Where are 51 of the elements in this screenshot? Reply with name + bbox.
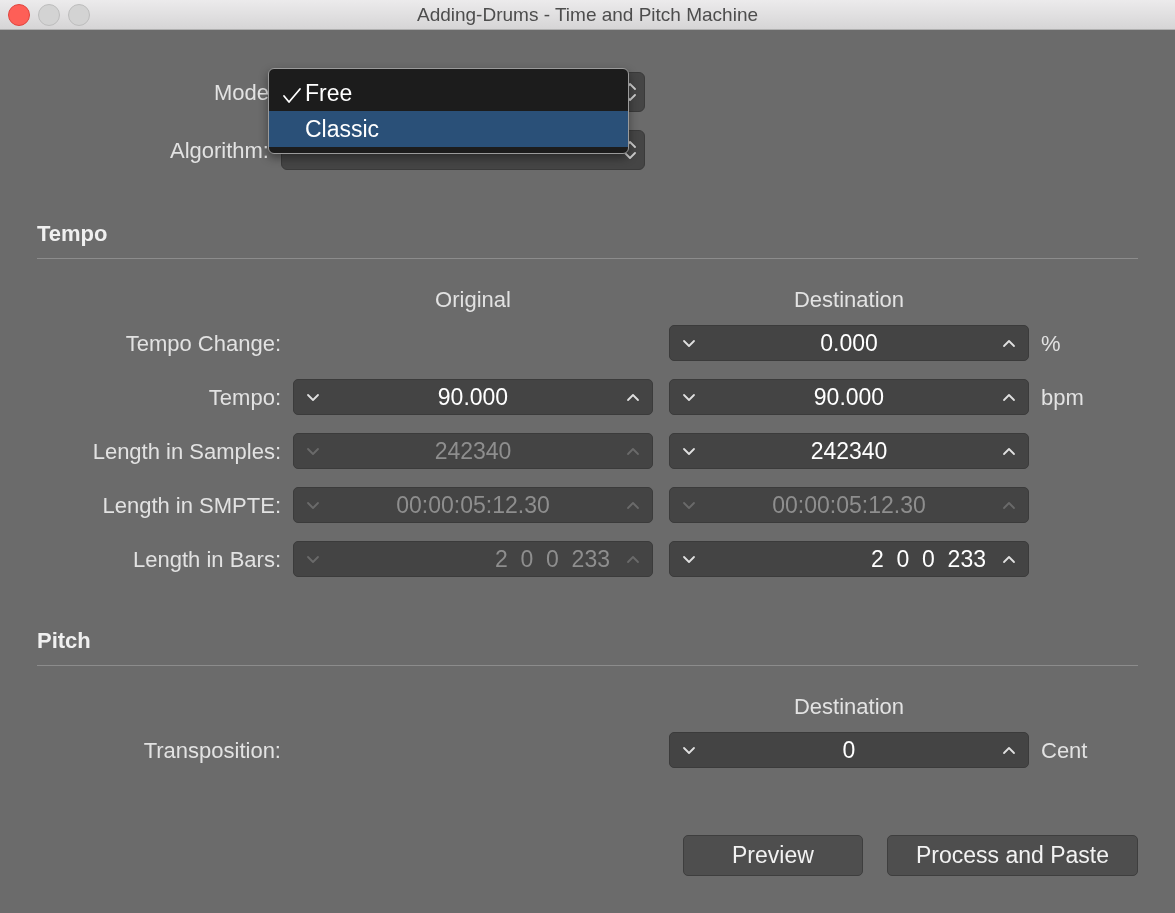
chevron-up-icon <box>626 391 640 403</box>
chevron-down-icon <box>682 445 696 457</box>
column-header: Destination <box>792 693 906 721</box>
chevron-up-icon <box>1002 499 1016 511</box>
menu-item[interactable]: Free <box>269 75 628 111</box>
chevron-down-icon <box>682 744 696 756</box>
chevron-up-icon <box>1002 553 1016 565</box>
field-label: Length in SMPTE: <box>101 491 282 520</box>
column-header: Original <box>434 286 512 314</box>
minimize-button[interactable] <box>38 4 60 26</box>
chevron-down-icon <box>306 391 320 403</box>
field-label: Length in Bars: <box>132 545 282 574</box>
stepper-field[interactable]: 90.000 <box>669 379 1029 415</box>
preview-button[interactable]: Preview <box>682 835 863 876</box>
unit-label: Cent <box>1040 736 1089 765</box>
stepper-field[interactable]: 2 0 0 233 <box>669 541 1029 577</box>
stepper-field[interactable]: 90.000 <box>293 379 653 415</box>
field-label: Tempo: <box>207 383 282 412</box>
section-heading: Tempo <box>37 217 1138 259</box>
process-button[interactable]: Process and Paste <box>886 835 1138 876</box>
unit-label: bpm <box>1040 383 1085 412</box>
chevron-down-icon <box>306 445 320 457</box>
stepper-field[interactable]: 0.000 <box>669 325 1029 361</box>
stepper-field[interactable]: 0 <box>669 732 1029 768</box>
zoom-button[interactable] <box>68 4 90 26</box>
window-title: Adding-Drums - Time and Pitch Machine <box>416 3 759 25</box>
chevron-down-icon <box>682 337 696 349</box>
close-button[interactable] <box>8 4 30 26</box>
field-label: Tempo Change: <box>124 329 282 358</box>
field-label: Algorithm: <box>168 136 270 165</box>
updown-chevron-icon <box>624 141 636 159</box>
column-header: Destination <box>792 286 906 314</box>
stepper-field[interactable]: 242340 <box>669 433 1029 469</box>
menu-item[interactable]: Classic <box>269 111 628 147</box>
chevron-down-icon <box>306 499 320 511</box>
chevron-down-icon <box>682 553 696 565</box>
field-label: Length in Samples: <box>91 437 282 466</box>
field-label: Mode <box>212 78 270 107</box>
chevron-down-icon <box>682 391 696 403</box>
section-heading: Pitch <box>37 624 1138 666</box>
chevron-up-icon <box>1002 744 1016 756</box>
chevron-up-icon <box>626 553 640 565</box>
field-label: Transposition: <box>142 736 282 765</box>
chevron-up-icon <box>626 499 640 511</box>
chevron-up-icon <box>1002 445 1016 457</box>
chevron-down-icon <box>682 499 696 511</box>
chevron-up-icon <box>1002 337 1016 349</box>
chevron-down-icon <box>306 553 320 565</box>
unit-label: % <box>1040 329 1062 358</box>
chevron-up-icon <box>626 445 640 457</box>
chevron-up-icon <box>1002 391 1016 403</box>
